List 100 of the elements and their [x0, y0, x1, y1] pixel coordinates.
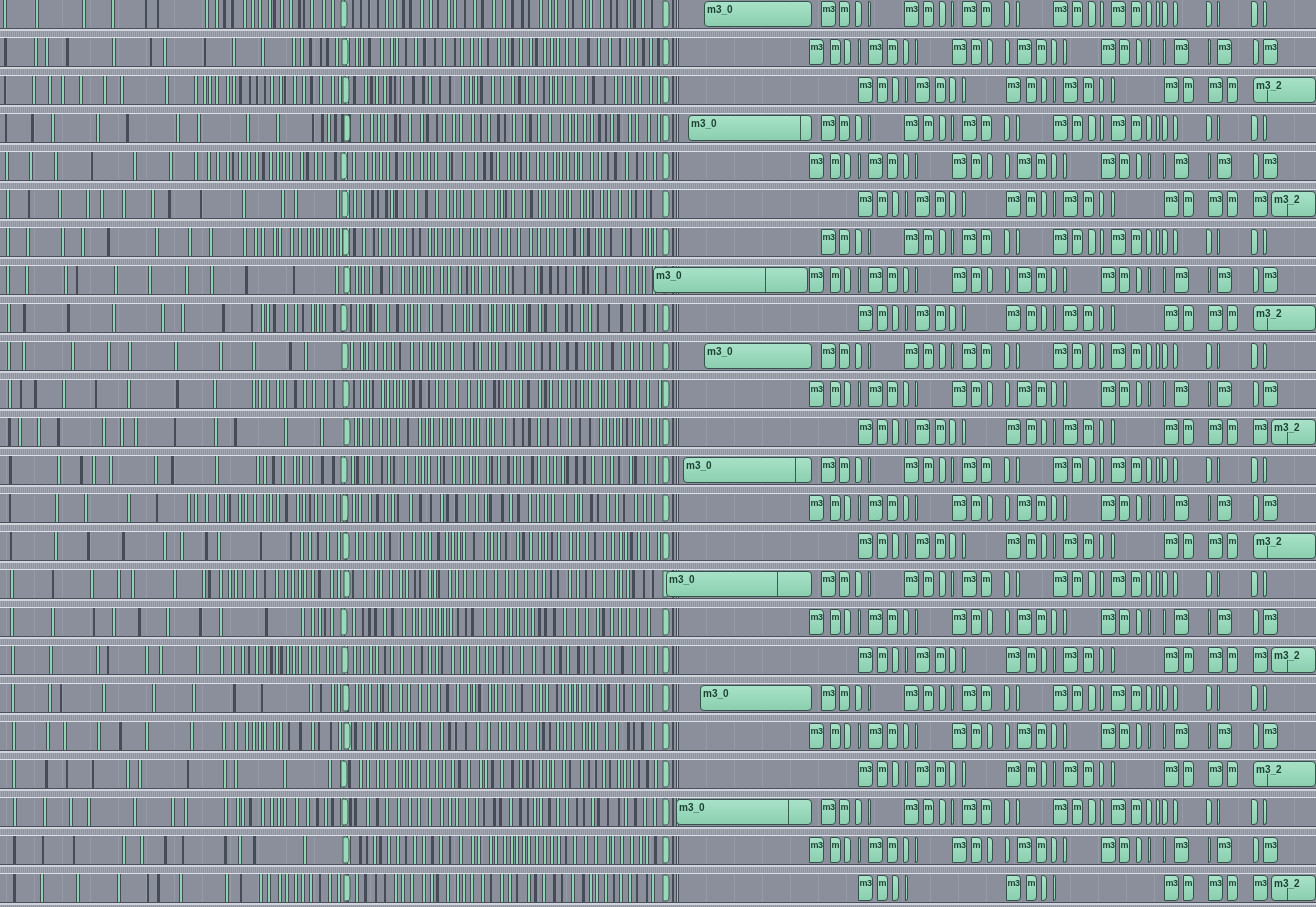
clip[interactable]: [949, 533, 956, 559]
clip[interactable]: m3: [1217, 609, 1232, 635]
clip[interactable]: m: [877, 191, 888, 217]
clip[interactable]: m3: [1063, 305, 1078, 331]
clip[interactable]: [1253, 609, 1259, 635]
clip[interactable]: [1004, 457, 1010, 483]
clip[interactable]: m3: [1217, 381, 1232, 407]
clip[interactable]: [892, 305, 899, 331]
clip[interactable]: m3: [904, 343, 919, 369]
clip[interactable]: [1163, 153, 1166, 179]
clip[interactable]: [1041, 761, 1047, 787]
clip[interactable]: m: [1131, 571, 1142, 597]
clip[interactable]: m: [830, 609, 841, 635]
clip[interactable]: m: [1131, 799, 1142, 825]
clip[interactable]: m: [1227, 305, 1238, 331]
clip[interactable]: m3_2: [1253, 305, 1316, 331]
clip[interactable]: m3: [1217, 39, 1232, 65]
clip[interactable]: m: [923, 115, 934, 141]
clip[interactable]: [1051, 495, 1057, 521]
clip[interactable]: [1217, 1, 1220, 27]
clip[interactable]: m3: [1263, 723, 1278, 749]
clip[interactable]: m3: [1006, 305, 1021, 331]
clip[interactable]: m: [1036, 39, 1047, 65]
clip[interactable]: [1148, 39, 1151, 65]
clip[interactable]: [1111, 647, 1115, 673]
clip[interactable]: [905, 305, 908, 331]
clip[interactable]: [1206, 229, 1212, 255]
clip[interactable]: [1063, 609, 1067, 635]
clip[interactable]: [903, 495, 909, 521]
clip[interactable]: [858, 609, 861, 635]
clip[interactable]: m: [1083, 77, 1094, 103]
clip[interactable]: m3: [1174, 609, 1189, 635]
clip[interactable]: [1263, 571, 1267, 597]
clip[interactable]: m: [830, 381, 841, 407]
clip[interactable]: [1253, 267, 1259, 293]
clip[interactable]: m: [839, 229, 850, 255]
clip[interactable]: [1148, 723, 1151, 749]
clip[interactable]: m3_2: [1271, 875, 1316, 901]
clip[interactable]: m: [971, 837, 982, 863]
clip[interactable]: [1251, 229, 1258, 255]
clip[interactable]: [858, 837, 861, 863]
clip[interactable]: m3: [868, 39, 883, 65]
clip[interactable]: m3: [1101, 381, 1116, 407]
clip[interactable]: m3: [1263, 153, 1278, 179]
clip[interactable]: m3: [809, 153, 824, 179]
clip[interactable]: m3: [1111, 229, 1126, 255]
clip[interactable]: m3: [1164, 419, 1179, 445]
clip[interactable]: m: [971, 267, 982, 293]
clip[interactable]: [1063, 495, 1067, 521]
clip[interactable]: m3: [915, 761, 930, 787]
clip[interactable]: [1005, 381, 1010, 407]
clip[interactable]: m: [1183, 191, 1194, 217]
clip[interactable]: [1053, 305, 1056, 331]
clip[interactable]: [1088, 799, 1096, 825]
clip[interactable]: m: [1083, 647, 1094, 673]
clip[interactable]: m3: [868, 381, 883, 407]
clip[interactable]: [1148, 267, 1151, 293]
clip[interactable]: m: [1026, 77, 1037, 103]
clip[interactable]: [1053, 761, 1056, 787]
clip[interactable]: m3: [1053, 343, 1068, 369]
clip[interactable]: [1051, 381, 1057, 407]
clip[interactable]: m3: [904, 115, 919, 141]
clip[interactable]: [855, 343, 862, 369]
clip[interactable]: m3: [821, 457, 836, 483]
clip[interactable]: m: [1026, 305, 1037, 331]
clip[interactable]: [1156, 1, 1160, 27]
clip[interactable]: m3: [1217, 495, 1232, 521]
clip[interactable]: [1111, 533, 1115, 559]
clip[interactable]: [1088, 229, 1096, 255]
clip[interactable]: m3: [952, 609, 967, 635]
clip[interactable]: [1263, 457, 1267, 483]
clip[interactable]: [987, 267, 993, 293]
clip[interactable]: [1111, 77, 1115, 103]
clip[interactable]: m: [877, 419, 888, 445]
clip[interactable]: [1136, 153, 1142, 179]
clip[interactable]: m: [839, 1, 850, 27]
clip[interactable]: [1100, 229, 1104, 255]
clip[interactable]: m3: [962, 457, 977, 483]
clip[interactable]: [1162, 457, 1168, 483]
clip[interactable]: [1251, 571, 1258, 597]
clip[interactable]: [855, 685, 862, 711]
clip[interactable]: m3: [962, 1, 977, 27]
clip[interactable]: [939, 115, 946, 141]
clip[interactable]: m3: [1006, 191, 1021, 217]
clip[interactable]: [1251, 115, 1258, 141]
clip[interactable]: [858, 39, 861, 65]
clip[interactable]: m: [1227, 77, 1238, 103]
clip[interactable]: [1148, 495, 1151, 521]
clip[interactable]: [1163, 267, 1166, 293]
clip[interactable]: m3: [952, 39, 967, 65]
clip[interactable]: m: [935, 305, 946, 331]
clip[interactable]: m: [1227, 191, 1238, 217]
clip[interactable]: [1136, 39, 1142, 65]
clip[interactable]: m3: [858, 533, 873, 559]
clip[interactable]: m: [887, 39, 898, 65]
clip[interactable]: m3: [1111, 571, 1126, 597]
clip[interactable]: [1162, 1, 1168, 27]
clip[interactable]: m: [935, 77, 946, 103]
clip[interactable]: m: [839, 343, 850, 369]
clip[interactable]: [1063, 267, 1067, 293]
